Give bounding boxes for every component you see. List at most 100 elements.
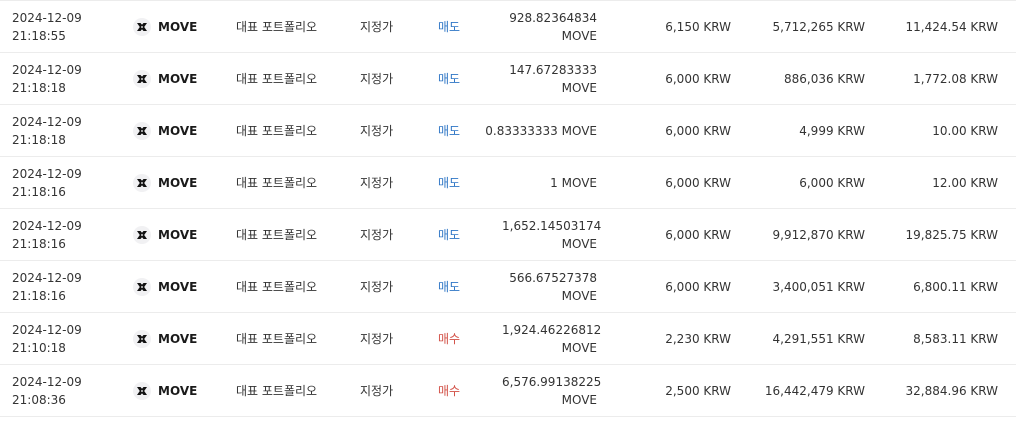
coin-cell[interactable]: MOVE [133, 261, 233, 313]
trade-quantity-cell: 928.82364834 MOVE [472, 1, 597, 53]
portfolio-name: 대표 포트폴리오 [236, 332, 318, 346]
trade-quantity-cell: 566.67527378 MOVE [472, 261, 597, 313]
trade-amount: 886,036 KRW [783, 72, 865, 86]
trade-history-table: 2024-12-09 21:18:55 MOVE 대표 포트폴리오 지정가 매도… [0, 0, 1016, 423]
trade-price: 6,150 KRW [665, 20, 731, 34]
trade-price: 6,000 KRW [665, 72, 731, 86]
portfolio-name: 대표 포트폴리오 [236, 280, 318, 294]
coin-cell[interactable]: MOVE [133, 1, 233, 53]
trade-row[interactable]: 2024-12-09 21:18:18 MOVE 대표 포트폴리오 지정가 매도… [0, 53, 1016, 105]
order-type: 지정가 [360, 124, 394, 138]
trade-price: 6,000 KRW [665, 176, 731, 190]
coin-symbol: MOVE [158, 20, 198, 34]
coin-cell[interactable]: MOVE [133, 209, 233, 261]
trade-row[interactable]: 2024-12-09 21:18:55 MOVE 대표 포트폴리오 지정가 매도… [0, 1, 1016, 53]
trade-date: 2024-12-09 [12, 167, 82, 181]
move-coin-icon [133, 174, 151, 192]
trade-fee: 1,772.08 KRW [913, 72, 998, 86]
move-coin-icon [133, 70, 151, 88]
move-coin-icon [133, 330, 151, 348]
trade-price: 6,000 KRW [665, 228, 731, 242]
trade-date: 2024-12-09 [12, 115, 82, 129]
trade-quantity-cell: 1 MOVE [472, 157, 597, 209]
trade-time: 21:18:18 [12, 81, 66, 95]
trade-quantity: 6,576.99138225 MOVE [502, 375, 602, 407]
trade-amount: 5,712,265 KRW [772, 20, 865, 34]
trade-price: 2,230 KRW [665, 332, 731, 346]
coin-symbol: MOVE [158, 384, 198, 398]
portfolio-name: 대표 포트폴리오 [236, 124, 318, 138]
trade-datetime: 2024-12-09 21:18:18 [12, 53, 122, 105]
move-coin-icon [133, 18, 151, 36]
trade-row[interactable]: 2024-12-09 21:18:16 MOVE 대표 포트폴리오 지정가 매도… [0, 157, 1016, 209]
trade-date: 2024-12-09 [12, 219, 82, 233]
trade-datetime: 2024-12-09 21:18:16 [12, 157, 122, 209]
trade-amount: 4,999 KRW [799, 124, 865, 138]
trade-quantity: 1,924.46226812 MOVE [502, 323, 602, 355]
coin-symbol: MOVE [158, 332, 198, 346]
trade-datetime: 2024-12-09 21:18:16 [12, 261, 122, 313]
trade-quantity: 566.67527378 MOVE [509, 271, 597, 303]
trade-quantity-cell: 0.83333333 MOVE [472, 105, 597, 157]
trade-row[interactable]: 2024-12-09 21:18:16 MOVE 대표 포트폴리오 지정가 매도… [0, 209, 1016, 261]
move-coin-icon [133, 226, 151, 244]
trade-price: 2,500 KRW [665, 384, 731, 398]
trade-datetime: 2024-12-09 21:18:18 [12, 105, 122, 157]
coin-symbol: MOVE [158, 228, 198, 242]
portfolio-name: 대표 포트폴리오 [236, 176, 318, 190]
trade-quantity-cell: 6,576.99138225 MOVE [472, 365, 602, 417]
trade-quantity: 1,652.14503174 MOVE [502, 219, 602, 251]
trade-date: 2024-12-09 [12, 271, 82, 285]
trade-fee: 6,800.11 KRW [913, 280, 998, 294]
trade-date: 2024-12-09 [12, 375, 82, 389]
trade-quantity: 147.67283333 MOVE [509, 63, 597, 95]
portfolio-name: 대표 포트폴리오 [236, 72, 318, 86]
coin-cell[interactable]: MOVE [133, 157, 233, 209]
trade-datetime: 2024-12-09 21:10:18 [12, 313, 122, 365]
coin-cell[interactable]: MOVE [133, 313, 233, 365]
order-type: 지정가 [360, 332, 394, 346]
coin-cell[interactable]: MOVE [133, 365, 233, 417]
trade-quantity-cell: 1,652.14503174 MOVE [472, 209, 602, 261]
trade-amount: 4,291,551 KRW [772, 332, 865, 346]
trade-row[interactable]: 2024-12-09 21:08:36 MOVE 대표 포트폴리오 지정가 매수… [0, 365, 1016, 417]
trade-date: 2024-12-09 [12, 323, 82, 337]
trade-time: 21:18:18 [12, 133, 66, 147]
trade-price: 6,000 KRW [665, 280, 731, 294]
coin-symbol: MOVE [158, 72, 198, 86]
order-type: 지정가 [360, 176, 394, 190]
trade-quantity-cell: 147.67283333 MOVE [472, 53, 597, 105]
order-type: 지정가 [360, 384, 394, 398]
trade-row[interactable]: 2024-12-09 21:10:18 MOVE 대표 포트폴리오 지정가 매수… [0, 313, 1016, 365]
trade-datetime: 2024-12-09 21:18:55 [12, 1, 122, 53]
trade-quantity-cell: 1,924.46226812 MOVE [472, 313, 602, 365]
move-coin-icon [133, 278, 151, 296]
trade-fee: 11,424.54 KRW [905, 20, 998, 34]
coin-symbol: MOVE [158, 280, 198, 294]
trade-date: 2024-12-09 [12, 63, 82, 77]
coin-cell[interactable]: MOVE [133, 53, 233, 105]
trade-quantity: 1 MOVE [550, 176, 597, 190]
trade-row[interactable]: 2024-12-09 21:18:16 MOVE 대표 포트폴리오 지정가 매도… [0, 261, 1016, 313]
trade-time: 21:18:16 [12, 237, 66, 251]
trade-row[interactable]: 2024-12-09 21:18:18 MOVE 대표 포트폴리오 지정가 매도… [0, 105, 1016, 157]
trade-fee: 12.00 KRW [932, 176, 998, 190]
coin-symbol: MOVE [158, 176, 198, 190]
trade-amount: 6,000 KRW [799, 176, 865, 190]
trade-fee: 8,583.11 KRW [913, 332, 998, 346]
trade-fee: 19,825.75 KRW [905, 228, 998, 242]
move-coin-icon [133, 122, 151, 140]
trade-amount: 3,400,051 KRW [772, 280, 865, 294]
trade-date: 2024-12-09 [12, 11, 82, 25]
trade-quantity: 0.83333333 MOVE [485, 124, 597, 138]
portfolio-name: 대표 포트폴리오 [236, 20, 318, 34]
order-type: 지정가 [360, 72, 394, 86]
coin-cell[interactable]: MOVE [133, 105, 233, 157]
portfolio-name: 대표 포트폴리오 [236, 228, 318, 242]
trade-quantity: 928.82364834 MOVE [509, 11, 597, 43]
trade-amount: 16,442,479 KRW [764, 384, 865, 398]
trade-price: 6,000 KRW [665, 124, 731, 138]
order-type: 지정가 [360, 280, 394, 294]
trade-time: 21:18:16 [12, 289, 66, 303]
coin-symbol: MOVE [158, 124, 198, 138]
